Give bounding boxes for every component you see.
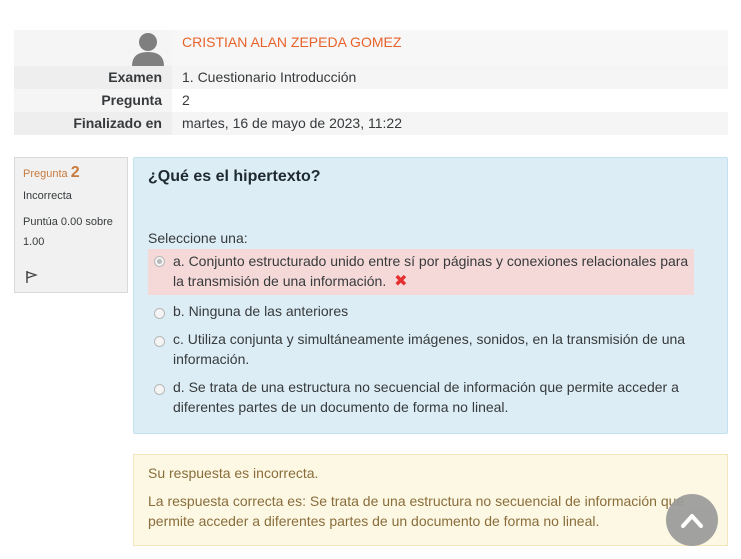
incorrect-icon: ✖ (394, 273, 408, 290)
feedback-result: Su respuesta es incorrecta. (148, 465, 319, 481)
answer-text: c. Utiliza conjunta y simultáneamente im… (173, 331, 686, 367)
answer-text: b. Ninguna de las anteriores (173, 303, 349, 319)
flag-icon[interactable] (24, 270, 38, 284)
summary-row-user: CRISTIAN ALAN ZEPEDA GOMEZ (14, 30, 728, 66)
back-to-top-button[interactable] (666, 494, 718, 546)
answer-option-c[interactable]: c. Utiliza conjunta y simultáneamente im… (148, 329, 694, 369)
question-formulation: ¿Qué es el hipertexto? Seleccione una: a… (133, 157, 728, 434)
radio-button[interactable] (154, 336, 165, 347)
question-info-box: Pregunta 2 Incorrecta Puntúa 0.00 sobre … (14, 157, 128, 293)
summary-label: Finalizado en (14, 112, 172, 135)
summary-value: 2 (182, 92, 190, 108)
answer-option-d[interactable]: d. Se trata de una estructura no secuenc… (148, 377, 694, 417)
radio-button[interactable] (154, 384, 165, 395)
user-name-link[interactable]: CRISTIAN ALAN ZEPEDA GOMEZ (182, 34, 401, 50)
answer-text: a. Conjunto estructurado unido entre sí … (173, 253, 689, 289)
summary-label: Examen (14, 66, 172, 89)
user-avatar-icon (132, 33, 164, 66)
summary-value: 1. Cuestionario Introducción (182, 69, 357, 85)
answer-option-a[interactable]: a. Conjunto estructurado unido entre sí … (148, 249, 694, 295)
chevron-up-icon (681, 514, 703, 528)
answer-option-b[interactable]: b. Ninguna de las anteriores (148, 301, 694, 321)
radio-button[interactable] (154, 256, 165, 267)
summary-row-exam: Examen 1. Cuestionario Introducción (14, 66, 728, 89)
summary-value: martes, 16 de mayo de 2023, 11:22 (182, 115, 402, 131)
summary-row-question: Pregunta 2 (14, 89, 728, 112)
question-text: ¿Qué es el hipertexto? (148, 168, 321, 185)
question-number: Pregunta 2 (23, 164, 80, 181)
question-state: Incorrecta (23, 190, 72, 202)
feedback-correct-answer: La respuesta correcta es: Se trata de un… (148, 493, 685, 529)
summary-label: Pregunta (14, 89, 172, 112)
answer-prompt: Seleccione una: (148, 230, 248, 246)
answer-text: d. Se trata de una estructura no secuenc… (173, 379, 679, 415)
summary-row-finished: Finalizado en martes, 16 de mayo de 2023… (14, 112, 728, 135)
feedback-box: Su respuesta es incorrecta. La respuesta… (133, 454, 728, 546)
question-grade: Puntúa 0.00 sobre 1.00 (23, 216, 113, 248)
radio-button[interactable] (154, 308, 165, 319)
attempt-summary: CRISTIAN ALAN ZEPEDA GOMEZ Examen 1. Cue… (14, 30, 728, 135)
